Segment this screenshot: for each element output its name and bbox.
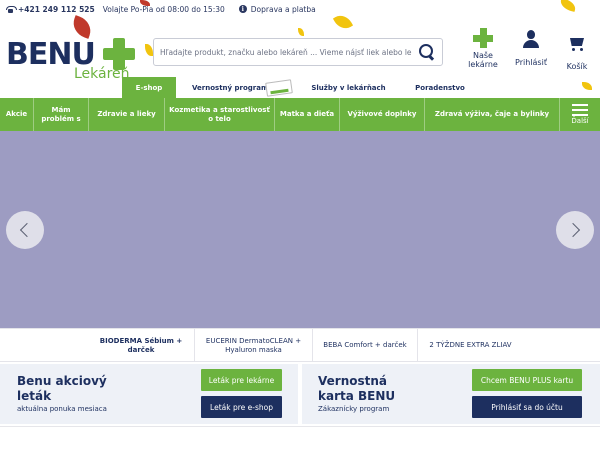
search-icon[interactable] (419, 44, 434, 59)
promo-flyer-title: Benu akciový leták (17, 374, 107, 404)
shipping-link[interactable]: Doprava a platba (251, 5, 316, 14)
tab-loyalty-program[interactable]: Vernostný program (176, 77, 296, 98)
slider-tabs: BIODERMA Sébium + darček EUCERIN Dermato… (0, 328, 600, 362)
login-account-button[interactable]: Prihlásiť sa do účtu (472, 396, 582, 418)
our-pharmacies-link[interactable]: Naše lekárne (460, 28, 506, 69)
hero-banner[interactable] (0, 131, 600, 328)
promo-loyalty-title-line-1: Vernostná (318, 374, 387, 388)
hamburger-menu-icon (572, 103, 588, 116)
decorative-leaf-icon (145, 44, 153, 56)
chevron-left-icon (19, 222, 35, 238)
loyalty-card-icon (265, 79, 293, 97)
search-input[interactable] (154, 39, 412, 65)
promo-flyer-title-line-2: leták (17, 389, 52, 403)
promo-loyalty-box: Vernostná karta BENU Zákaznícky program … (302, 364, 600, 424)
nav-more-button[interactable]: Ďalší (560, 98, 600, 131)
nav-item-supplements[interactable]: Výživové doplnky (340, 98, 425, 131)
decorative-leaf-icon (69, 15, 95, 39)
phone-number[interactable]: +421 249 112 525 (18, 5, 95, 14)
pharmacies-label-1: Naše (473, 51, 493, 60)
get-benu-plus-card-button[interactable]: Chcem BENU PLUS kartu (472, 369, 582, 391)
search-bar (153, 38, 443, 66)
slider-tab-spacer (0, 329, 88, 362)
nav-item-health[interactable]: Zdravie a lieky (89, 98, 165, 131)
flyer-pharmacy-button[interactable]: Leták pre lekárne (201, 369, 282, 391)
login-label: Prihlásiť (515, 58, 547, 67)
decorative-leaf-icon (582, 82, 592, 90)
top-info-bar: +421 249 112 525 Volajte Po-Pia od 08:00… (0, 0, 600, 18)
page-bottom-area (0, 426, 600, 450)
nav-item-cosmetics[interactable]: Kozmetika a starostlivosť o telo (165, 98, 275, 131)
tab-eshop[interactable]: E-shop (122, 77, 176, 98)
decorative-leaf-icon (298, 28, 304, 36)
nav-item-healthy-food[interactable]: Zdravá výživa, čaje a bylinky (425, 98, 560, 131)
benu-logo[interactable]: BENU Lekáreň (6, 38, 136, 86)
slider-next-button[interactable] (556, 211, 594, 249)
promo-flyer-subtitle: aktuálna ponuka mesiaca (17, 405, 107, 413)
login-link[interactable]: Prihlásiť (510, 30, 552, 67)
slider-tab-beba[interactable]: BEBA Comfort + darček (312, 329, 417, 362)
nav-more-label: Ďalší (571, 116, 589, 125)
slider-prev-button[interactable] (6, 211, 44, 249)
tab-loyalty-label: Vernostný program (192, 83, 269, 92)
user-icon (522, 30, 540, 48)
chevron-right-icon (565, 222, 581, 238)
nav-item-mother-child[interactable]: Matka a dieťa (275, 98, 340, 131)
opening-hours: Volajte Po-Pia od 08:00 do 15:30 (102, 4, 225, 14)
promo-loyalty-title-line-2: karta BENU (318, 389, 396, 403)
nav-item-problems[interactable]: Mám problém s (34, 98, 89, 131)
promo-loyalty-title: Vernostná karta BENU (318, 374, 395, 404)
slider-tab-eucerin[interactable]: EUCERIN DermatoCLEAN + Hyaluron maska (194, 329, 312, 362)
category-nav: Akcie Mám problém s Zdravie a lieky Kozm… (0, 98, 600, 131)
cart-icon (568, 36, 586, 52)
cart-label: Košík (566, 62, 588, 71)
main-tabs: E-shop Vernostný program Služby v lekárň… (122, 77, 479, 98)
promo-flyer-title-line-1: Benu akciový (17, 374, 107, 388)
flyer-eshop-button[interactable]: Leták pre e-shop (201, 396, 282, 418)
pharmacies-label-2: lekárne (468, 60, 498, 69)
tab-advice[interactable]: Poradenstvo (401, 77, 479, 98)
tab-pharmacy-services[interactable]: Služby v lekárňach (296, 77, 401, 98)
info-icon: i (238, 5, 247, 13)
cart-link[interactable]: Košík (560, 36, 594, 71)
pharmacy-cross-icon (473, 28, 493, 48)
nav-item-promotions[interactable]: Akcie (0, 98, 34, 131)
promo-loyalty-subtitle: Zákaznícky program (318, 405, 390, 413)
promo-flyer-box: Benu akciový leták aktuálna ponuka mesia… (0, 364, 298, 424)
phone-icon (6, 5, 17, 13)
slider-tab-extra-discounts[interactable]: 2 TÝŽDNE EXTRA ZLIAV (417, 329, 523, 362)
slider-tab-bioderma[interactable]: BIODERMA Sébium + darček (88, 329, 194, 362)
